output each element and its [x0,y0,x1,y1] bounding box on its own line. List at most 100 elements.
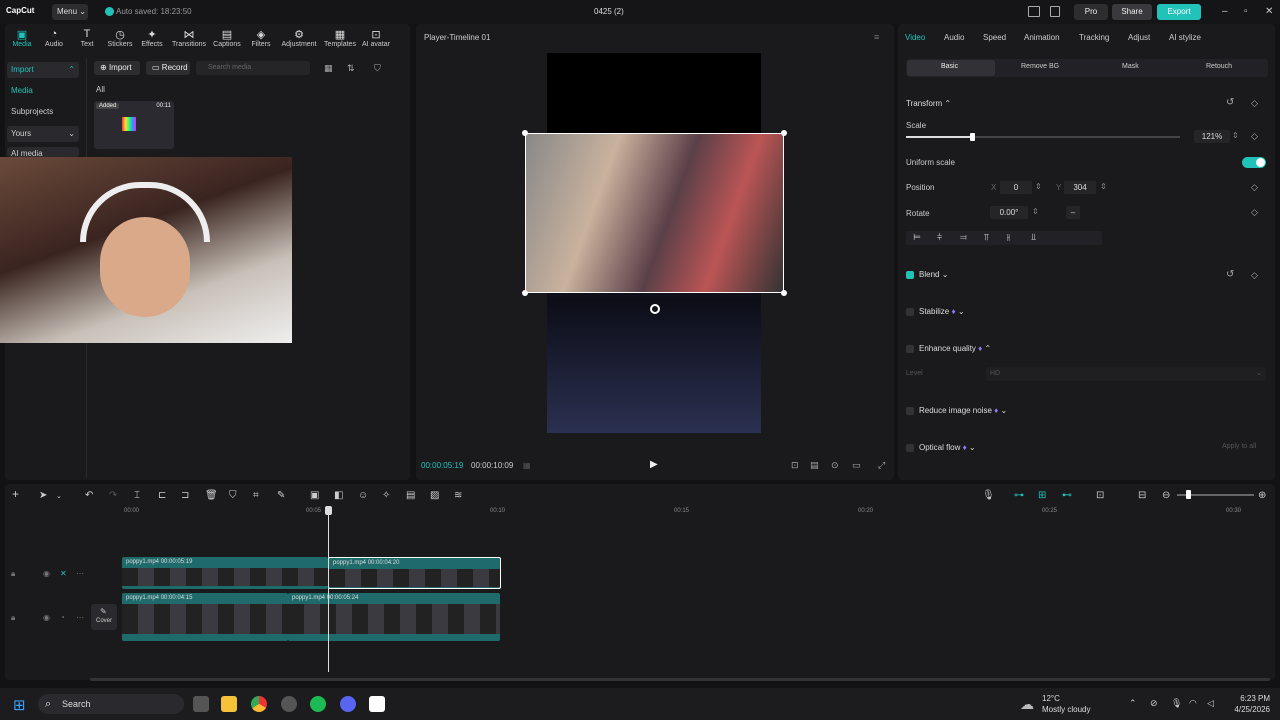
clock-time[interactable]: 6:23 PM [1228,694,1270,703]
reset-icon[interactable]: ↺ [1226,269,1234,280]
maximize-icon[interactable]: ▫ [1244,6,1248,17]
taskbar-search[interactable]: ⌕ Search [38,694,184,714]
mute-icon[interactable]: ✕ [60,569,67,578]
tool-templates[interactable]: ▦ Templates [320,28,360,48]
subtab-basic[interactable]: Basic [941,63,958,70]
subtab-remove-bg[interactable]: Remove BG [1021,63,1059,70]
rotate-minus-button[interactable]: – [1066,206,1080,219]
resize-handle[interactable] [522,130,528,136]
weather-desc[interactable]: Mostly cloudy [1042,705,1090,714]
more-icon[interactable]: ⋯ [76,569,84,578]
timeline-clip[interactable]: poppy1.mp4 00:00:05:19 [122,557,328,589]
resize-handle[interactable] [781,130,787,136]
filter-icon[interactable]: ⛉ [374,63,381,74]
record-button[interactable]: ▭ Record [146,61,190,75]
scale-value[interactable]: 121% [1194,130,1230,143]
link-magnet-icon[interactable]: ⊶ [1014,490,1024,501]
subtab-mask[interactable]: Mask [1122,63,1139,70]
snap-icon[interactable]: ⊞ [1038,490,1046,501]
noise-checkbox[interactable] [906,407,914,415]
sidenav-media[interactable]: Media [7,83,79,99]
sidenav-ai-media[interactable]: AI media [7,147,79,158]
crop-icon[interactable]: ⌗ [253,490,259,501]
spotify-icon[interactable] [310,696,326,712]
linkage-icon[interactable]: ⊷ [1062,490,1072,501]
blend-checkbox[interactable] [906,271,914,279]
timeline-clip[interactable]: poppy1.mp4 00:00:05:24 [288,593,500,641]
keyframe-icon[interactable]: ◇ [1251,270,1258,281]
menu-lines-icon[interactable]: ≡ [874,32,879,42]
search-media-input[interactable]: Search media [196,61,310,75]
resize-handle[interactable] [522,290,528,296]
enhance-checkbox[interactable] [906,345,914,353]
track-lock-icon[interactable]: 🔒︎ [11,569,15,579]
align-middle-icon[interactable]: ⫲ [1007,232,1010,243]
close-icon[interactable]: ✕ [1265,6,1273,17]
delete-icon[interactable]: 🗑 [205,490,218,501]
resize-handle[interactable] [781,290,787,296]
media-thumbnail[interactable]: Added 00:11 [94,101,174,149]
keyframe-icon[interactable]: ◇ [1251,98,1258,109]
file-explorer-icon[interactable] [221,696,237,712]
selected-clip-frame[interactable] [525,133,784,293]
tab-animation[interactable]: Animation [1024,33,1060,42]
undo-icon[interactable]: ↶ [85,490,93,501]
tab-video[interactable]: Video [905,33,925,42]
tab-audio[interactable]: Audio [944,33,964,42]
stabilize-header[interactable]: Stabilize ♦ ⌄ [919,307,965,316]
windows-start-icon[interactable]: ⊞ [13,696,26,714]
align-top-icon[interactable]: ⫪ [984,232,989,243]
export-button[interactable]: Export [1157,4,1201,20]
align-left-icon[interactable]: ⊨ [913,232,921,243]
playhead[interactable] [328,506,329,672]
project-title[interactable]: 0425 (2) [594,7,624,16]
sort-icon[interactable]: ⇅ [347,63,355,74]
waveform-icon[interactable]: ≋ [454,490,462,501]
volume-icon[interactable]: ◁ [1207,698,1214,709]
visibility-icon[interactable]: ◉ [43,569,50,578]
network-icon[interactable]: ⊘ [1150,698,1158,709]
quality-icon[interactable]: ▤ [810,460,819,471]
stepper-icon[interactable]: ⇕ [1035,182,1042,191]
chevron-down-icon[interactable]: ⌄ [56,492,62,500]
mic-tray-icon[interactable]: 🎙 [1171,698,1182,709]
capcut-icon[interactable] [369,696,385,712]
rotate-input[interactable]: 0.00° [990,206,1028,219]
align-right-icon[interactable]: ⫤ [960,232,967,243]
sidenav-yours[interactable]: Yours ⌄ [7,126,79,142]
apply-to-all-button[interactable]: Apply to all [1222,443,1256,450]
shield-icon[interactable]: ⛉ [229,490,237,501]
sidenav-subprojects[interactable]: Subprojects [7,104,79,120]
redo-icon[interactable]: ↷ [109,490,117,501]
zoom-in-icon[interactable]: ⊕ [1258,490,1266,501]
add-icon[interactable]: + [12,487,19,501]
tab-speed[interactable]: Speed [983,33,1006,42]
enhance-header[interactable]: Enhance quality ♦ ⌃ [919,344,991,353]
more-icon[interactable]: ⋯ [76,613,84,622]
play-icon[interactable]: ▶ [650,459,658,470]
visibility-icon[interactable]: ◉ [43,613,50,622]
reset-icon[interactable]: ↺ [1226,97,1234,108]
tool-effects[interactable]: ✦ Effects [132,28,172,48]
timeline-scrollbar[interactable] [90,678,1270,681]
weather-temp[interactable]: 12°C [1042,694,1060,703]
tab-tracking[interactable]: Tracking [1079,33,1109,42]
menu-button[interactable]: Menu ⌄ [52,4,88,20]
select-tool-icon[interactable]: ➤ [39,490,47,501]
track-lock-icon[interactable]: 🔒︎ [11,613,15,623]
mirror-icon[interactable]: ◧ [334,490,343,501]
keyframe-icon[interactable]: ◇ [1251,182,1258,193]
rotate-handle-icon[interactable] [650,304,660,314]
reduce-noise-header[interactable]: Reduce image noise ♦ ⌄ [919,406,1007,415]
image-icon[interactable]: ▨ [430,490,439,501]
auto-reframe-icon[interactable]: ⊡ [791,460,799,471]
align-center-icon[interactable]: ⫩ [937,232,942,243]
layout-icon[interactable] [1028,6,1040,17]
keyframe-icon[interactable]: ◇ [1251,207,1258,218]
stepper-icon[interactable]: ⇕ [1232,131,1239,140]
timeline-clip[interactable]: poppy1.mp4 00:00:04:15 [122,593,288,641]
stepper-icon[interactable]: ⇕ [1032,207,1039,216]
timeline-clip-selected[interactable]: poppy1.mp4 00:00:04:20 [328,557,501,589]
preview-axis-icon[interactable]: ⊡ [1096,490,1104,501]
screenshot-icon[interactable]: ⊙ [831,460,839,471]
